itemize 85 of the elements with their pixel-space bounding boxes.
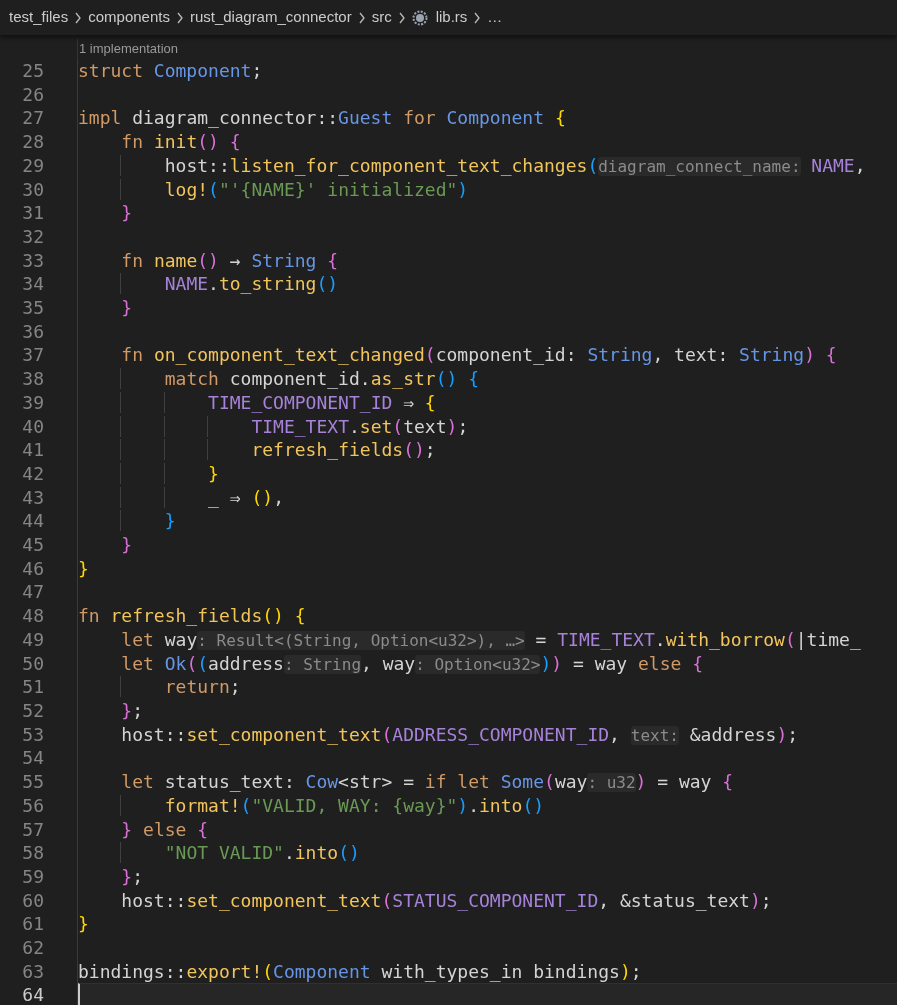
breadcrumb-item[interactable]: rust_diagram_connector [189, 6, 352, 29]
code-line: let status_text: Cow<str> = if let Some(way: u32) = way { [120, 770, 735, 794]
chevron-right-icon [473, 11, 482, 24]
line-number: 57 [0, 817, 78, 842]
line-number: 55 [0, 770, 78, 794]
line-number: 56 [0, 793, 78, 818]
code-line: let way: Result<(String, Option<u32>), …> = TIME_TEXT.with_borrow(|time_ [120, 627, 862, 652]
chevron-right-icon [397, 11, 406, 24]
code-line: } [78, 509, 897, 534]
line-number: 58 [0, 841, 78, 865]
code-line: match component_id.as_str() { [78, 367, 897, 391]
line-number: 40 [0, 414, 78, 439]
code-line: } [120, 201, 134, 225]
code-line: "NOT VALID".into() [78, 841, 897, 865]
code-line: struct Component; [78, 59, 264, 83]
line-number: 27 [0, 106, 78, 131]
gear-icon [411, 9, 428, 26]
codelens-link[interactable]: 1 implementation [78, 39, 178, 59]
breadcrumb-item[interactable]: test_files [9, 6, 69, 29]
code-line: bindings::export!(Component with_types_in bindings); [78, 959, 643, 984]
line-number: 52 [0, 699, 78, 723]
line-number: 38 [0, 367, 78, 391]
code-line: TIME_TEXT.set(text); [78, 414, 897, 439]
line-number: 44 [0, 509, 78, 534]
line-number: 39 [0, 390, 78, 415]
line-number: 31 [0, 201, 78, 225]
line-number: 45 [0, 533, 78, 557]
line-number: 29 [0, 153, 78, 178]
line-number: 51 [0, 675, 78, 699]
line-number: 59 [0, 864, 78, 889]
line-number: 34 [0, 272, 78, 297]
line-number: 28 [0, 130, 78, 154]
chevron-right-icon [175, 11, 184, 24]
code-line: TIME_COMPONENT_ID ⇒ { [78, 390, 897, 415]
line-number: 60 [0, 888, 78, 913]
code-line: host::listen_for_component_text_changes(diagram_connect_name: NAME, [78, 153, 897, 178]
line-number: 61 [0, 912, 78, 936]
line-number: 63 [0, 959, 78, 984]
line-number: 30 [0, 177, 78, 202]
line-number: 41 [0, 438, 78, 462]
line-number: 26 [0, 82, 78, 107]
code-line: impl diagram_connector::Guest for Component { [78, 106, 567, 131]
line-number: 49 [0, 627, 78, 652]
line-number: 53 [0, 722, 78, 747]
code-line: fn refresh_fields() { [78, 604, 307, 628]
line-number: 36 [0, 319, 78, 344]
code-line: log!("'{NAME}' initialized") [78, 177, 897, 202]
breadcrumb-item[interactable]: … [487, 6, 503, 29]
line-number: 62 [0, 936, 78, 960]
line-number: 42 [0, 461, 78, 486]
code-line: fn on_component_text_changed(component_id: String, text: String) { [120, 343, 838, 368]
code-line: fn init() { [120, 130, 242, 154]
code-line: NAME.to_string() [78, 272, 897, 296]
line-number: 54 [0, 746, 78, 771]
code-line: let Ok((address: String, way: Option<u32>)) = way else { [120, 651, 704, 676]
line-number: 25 [0, 59, 78, 83]
code-line: } [120, 296, 134, 320]
line-number: 50 [0, 651, 78, 676]
code-line: format!("VALID, WAY: {way}").into() [78, 793, 897, 818]
code-line: _ ⇒ (), [78, 485, 897, 510]
line-number: 48 [0, 604, 78, 628]
code-line: return; [78, 675, 897, 699]
line-number: 32 [0, 224, 78, 249]
chevron-right-icon [357, 11, 366, 24]
code-line: } [78, 461, 897, 486]
breadcrumb-item[interactable]: src [371, 6, 392, 29]
line-number: 47 [0, 580, 78, 605]
code-line: } [78, 556, 90, 581]
line-number: 46 [0, 556, 78, 581]
code-line: }; [120, 864, 145, 889]
line-number: 43 [0, 485, 78, 510]
code-line: }; [120, 699, 145, 723]
code-line: } else { [120, 817, 210, 842]
chevron-right-icon [74, 11, 83, 24]
code-line: } [78, 912, 90, 936]
code-line: host::set_component_text(STATUS_COMPONENT_ID, &status_text); [120, 888, 773, 913]
line-number: 33 [0, 248, 78, 273]
line-number: 37 [0, 343, 78, 368]
breadcrumb-item[interactable]: lib.rs [435, 6, 468, 29]
code-line: } [120, 533, 134, 557]
breadcrumb-item[interactable]: components [88, 6, 170, 29]
line-number: 35 [0, 296, 78, 320]
code-line: fn name() → String { [120, 248, 340, 273]
code-line: refresh_fields(); [78, 438, 897, 462]
code-line: host::set_component_text(ADDRESS_COMPONENT_ID, text: &address); [120, 722, 800, 747]
